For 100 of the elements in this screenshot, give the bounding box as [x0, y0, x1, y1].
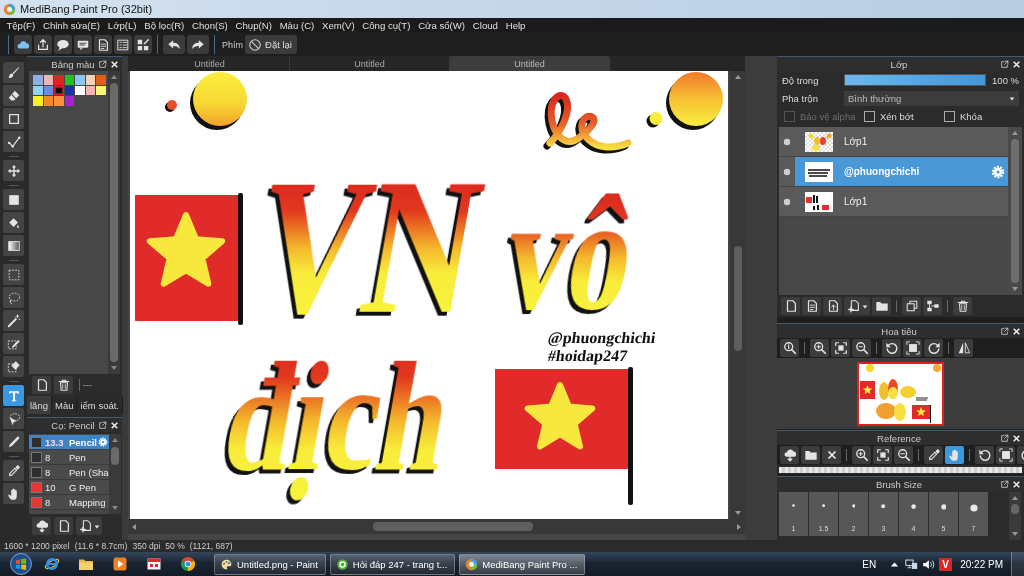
- panel-tab[interactable]: Màu: [51, 396, 78, 414]
- scroll-down-icon[interactable]: [1011, 285, 1019, 293]
- tray-app-badge[interactable]: V: [939, 557, 953, 571]
- close-icon[interactable]: [1012, 479, 1021, 489]
- show-desktop-button[interactable]: [1011, 552, 1024, 576]
- scrollbar-thumb[interactable]: [1011, 504, 1019, 514]
- scrollbar[interactable]: [128, 519, 745, 534]
- frame-button[interactable]: [996, 446, 1015, 464]
- scroll-up-icon[interactable]: [110, 436, 119, 444]
- checkbox[interactable]: [944, 110, 955, 122]
- menu-item[interactable]: Cửa sổ(W): [414, 20, 469, 31]
- close-icon[interactable]: [1012, 326, 1021, 336]
- copy-button[interactable]: [902, 297, 921, 315]
- close-button[interactable]: [822, 446, 841, 464]
- fit-screen-button[interactable]: [831, 339, 850, 357]
- panel-tab[interactable]: iểm soát.: [77, 396, 123, 414]
- folder-button[interactable]: [872, 297, 891, 315]
- popout-icon[interactable]: [1000, 59, 1009, 69]
- tool-button[interactable]: [3, 189, 24, 210]
- scrollbar-thumb[interactable]: [733, 246, 742, 351]
- color-swatch-icon[interactable]: [75, 75, 85, 85]
- tricolor-circle-icon[interactable]: [180, 556, 196, 572]
- tool-button[interactable]: [3, 287, 24, 308]
- tool-button[interactable]: [3, 131, 24, 152]
- scroll-down-icon[interactable]: [110, 504, 119, 512]
- color-swatch-icon[interactable]: [64, 75, 74, 85]
- color-swatch-icon[interactable]: [85, 85, 95, 95]
- color-swatch-icon[interactable]: [33, 85, 43, 95]
- scrollbar[interactable]: [1009, 492, 1021, 540]
- scroll-right-icon[interactable]: [735, 522, 743, 531]
- tool-button[interactable]: [3, 212, 24, 233]
- taskbar-button[interactable]: MediBang Paint Pro ...: [459, 553, 586, 575]
- brush-item[interactable]: 8 Pen (Sha: [29, 465, 109, 480]
- tool-button[interactable]: [3, 385, 24, 406]
- page-add-button[interactable]: [844, 297, 870, 315]
- scroll-down-icon[interactable]: [1011, 530, 1019, 538]
- folder-button[interactable]: [801, 446, 820, 464]
- menu-item[interactable]: Bộ lọc(R): [140, 20, 188, 31]
- color-swatch-icon[interactable]: [64, 85, 74, 95]
- brush-item[interactable]: 10 G Pen: [29, 480, 109, 495]
- scroll-left-icon[interactable]: [130, 522, 138, 531]
- scrollbar-thumb[interactable]: [110, 83, 118, 362]
- taskbar-button[interactable]: Hỏi đáp 247 - trang t...: [329, 553, 456, 575]
- color-swatch-icon[interactable]: [54, 75, 64, 85]
- menu-item[interactable]: Tệp(F): [3, 20, 39, 31]
- menu-item[interactable]: Chụp(N): [232, 20, 276, 31]
- speaker-icon[interactable]: [922, 557, 936, 571]
- document-button[interactable]: [802, 297, 821, 315]
- tool-button[interactable]: [3, 160, 24, 181]
- document-tab[interactable]: Untitled: [450, 56, 610, 71]
- rotate-left-button[interactable]: [882, 339, 901, 357]
- redo-button[interactable]: [187, 35, 209, 54]
- cloud-download-button[interactable]: [32, 517, 51, 535]
- color-swatch-icon[interactable]: [85, 75, 95, 85]
- menu-item[interactable]: Help: [502, 20, 529, 31]
- zoom-out-button[interactable]: [852, 339, 871, 357]
- tool-button[interactable]: [3, 85, 24, 106]
- menu-item[interactable]: Chọn(S): [188, 20, 232, 31]
- scrollbar-thumb[interactable]: [110, 447, 119, 465]
- settings-icon[interactable]: [991, 164, 1005, 179]
- menu-item[interactable]: Công cụ(T): [358, 20, 414, 31]
- app-icon[interactable]: [146, 556, 162, 572]
- zoom-actual-button[interactable]: [780, 339, 799, 357]
- zoom-out-button[interactable]: [894, 446, 913, 464]
- brush-item[interactable]: 8 Pen: [29, 450, 109, 465]
- color-swatch-icon[interactable]: [33, 75, 43, 85]
- tool-button[interactable]: [3, 310, 24, 331]
- eyedropper-button[interactable]: [924, 446, 943, 464]
- canvas-preview-drawing[interactable]: [857, 361, 944, 426]
- color-swatch-icon[interactable]: [54, 96, 64, 106]
- speech-bubble-button[interactable]: [54, 35, 72, 54]
- flip-button[interactable]: [954, 339, 973, 357]
- popout-icon[interactable]: [1000, 433, 1009, 443]
- rotate-left-button[interactable]: [975, 446, 994, 464]
- menu-item[interactable]: Chỉnh sửa(E): [39, 20, 104, 31]
- menu-item[interactable]: Màu (C): [276, 20, 318, 31]
- comment-button[interactable]: [74, 35, 92, 54]
- merge-button[interactable]: [923, 297, 942, 315]
- color-swatch-icon[interactable]: [43, 85, 53, 95]
- close-icon[interactable]: [110, 420, 119, 430]
- menu-item[interactable]: Cloud: [469, 20, 502, 31]
- tool-button[interactable]: [3, 333, 24, 354]
- popout-icon[interactable]: [1000, 479, 1009, 489]
- popout-icon[interactable]: [1000, 326, 1009, 336]
- scroll-up-icon[interactable]: [733, 73, 742, 81]
- color-swatch-icon[interactable]: [43, 96, 53, 106]
- tool-button[interactable]: [3, 483, 24, 504]
- frame-button[interactable]: [903, 339, 922, 357]
- color-swatch-icon[interactable]: [96, 85, 106, 95]
- blend-mode-dropdown[interactable]: Bình thường: [844, 90, 1019, 106]
- rotate-right-button[interactable]: [924, 339, 943, 357]
- delete-button[interactable]: [54, 376, 73, 394]
- letter-e-icon[interactable]: [44, 556, 60, 572]
- brush-item[interactable]: 8 Mapping: [29, 495, 109, 510]
- menu-item[interactable]: Xem(V): [318, 20, 358, 31]
- settings-icon[interactable]: [98, 437, 108, 447]
- tool-button[interactable]: [3, 356, 24, 377]
- tool-button[interactable]: [3, 408, 24, 429]
- tool-button[interactable]: [3, 431, 24, 452]
- scrollbar[interactable]: [730, 71, 745, 519]
